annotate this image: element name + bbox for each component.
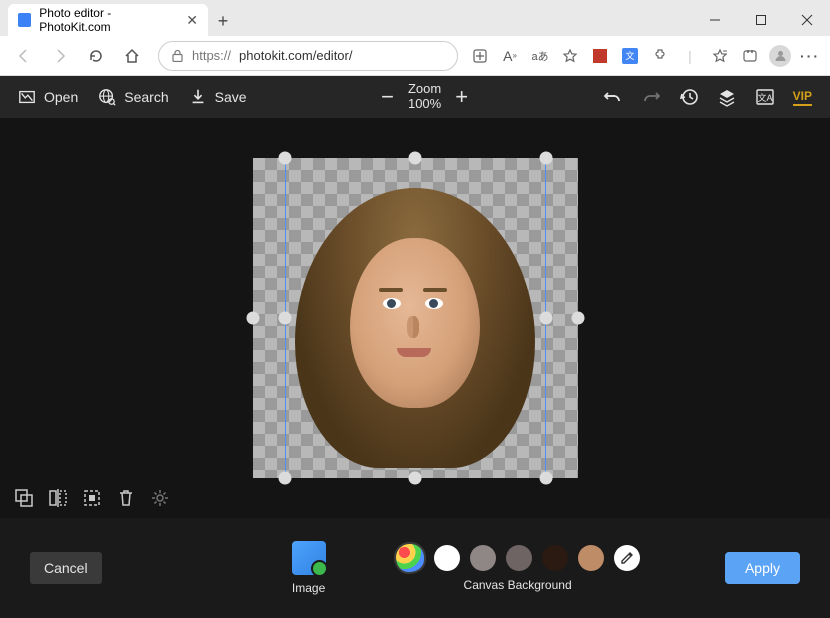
save-button[interactable]: Save [189,88,247,106]
lock-icon [171,49,184,62]
favorites-bar-icon[interactable] [708,44,732,68]
translate-icon-b[interactable]: aあ [528,44,552,68]
ext-red-square-icon[interactable] [588,44,612,68]
handle-left[interactable] [246,312,259,325]
extensions-menu-icon[interactable] [648,44,672,68]
open-icon [18,88,36,106]
apply-button[interactable]: Apply [725,552,800,584]
apply-label: Apply [745,560,780,576]
layers-button[interactable] [717,87,737,107]
window-titlebar: Photo editor - PhotoKit.com ✕ + [0,0,830,36]
canvas-tool-row [14,488,170,508]
download-icon [189,88,207,106]
search-button[interactable]: Search [98,88,168,106]
zoom-controls: − Zoom 100% + [381,82,468,112]
zoom-label: Zoom [408,82,441,97]
swatches-row [396,544,640,572]
ext-translate-icon[interactable]: 文 [618,44,642,68]
trash-icon[interactable] [116,488,136,508]
svg-text:文A: 文A [757,92,772,103]
profile-avatar[interactable] [768,44,792,68]
swatch-0[interactable] [434,545,460,571]
canvas-area [0,118,830,518]
zoom-in-button[interactable]: + [455,84,468,110]
select-all-icon[interactable] [82,488,102,508]
handle-top-left[interactable] [278,152,291,165]
close-window-button[interactable] [784,4,830,36]
tab-favicon [18,13,31,27]
language-button[interactable]: 文A [755,87,775,107]
swatch-1[interactable] [470,545,496,571]
photokit-app: Open Search Save − Zoom 100% + 文A VIP [0,76,830,618]
cancel-button[interactable]: Cancel [30,552,102,584]
copy-icon[interactable] [14,488,34,508]
zoom-readout[interactable]: Zoom 100% [408,82,441,112]
eyedropper-button[interactable] [614,545,640,571]
open-label: Open [44,89,78,105]
vip-badge[interactable]: VIP [793,89,812,106]
app-toolbar: Open Search Save − Zoom 100% + 文A VIP [0,76,830,118]
handle-top-right[interactable] [539,152,552,165]
handle-right[interactable] [571,312,584,325]
undo-button[interactable] [603,87,623,107]
reload-button[interactable] [80,40,112,72]
tab-title: Photo editor - PhotoKit.com [39,6,178,34]
search-label: Search [124,89,168,105]
image-thumbnail-icon [292,541,326,575]
image-label: Image [292,581,325,595]
redo-button[interactable] [641,87,661,107]
open-button[interactable]: Open [18,88,78,106]
image-content [285,158,546,478]
maximize-button[interactable] [738,4,784,36]
minimize-button[interactable] [692,4,738,36]
window-controls [692,4,830,36]
gear-icon[interactable] [150,488,170,508]
swatch-2[interactable] [506,545,532,571]
palette-icon[interactable] [396,544,424,572]
canvas[interactable] [253,158,578,478]
handle-bot-right[interactable] [539,472,552,485]
new-tab-button[interactable]: + [208,6,238,36]
app-icon[interactable] [468,44,492,68]
url-field[interactable]: https:// photokit.com/editor/ [158,41,458,71]
bg-image-option[interactable]: Image [292,541,326,595]
canvas-background-group: Canvas Background [396,544,640,592]
canvas-bg-label: Canvas Background [464,578,572,592]
read-aloud-icon[interactable]: A» [498,44,522,68]
handle-bottom[interactable] [409,472,422,485]
url-prefix: https:// [192,48,231,63]
handle-mid-right[interactable] [539,312,552,325]
browser-tab[interactable]: Photo editor - PhotoKit.com ✕ [8,4,208,36]
back-button[interactable] [8,40,40,72]
home-button[interactable] [116,40,148,72]
favorite-icon[interactable] [558,44,582,68]
browser-address-bar: https:// photokit.com/editor/ A» aあ 文 | ·… [0,36,830,76]
browser-extensions-row: A» aあ 文 | ··· [468,44,822,68]
swatch-3[interactable] [542,545,568,571]
handle-top[interactable] [409,152,422,165]
handle-mid-left[interactable] [278,312,291,325]
cancel-label: Cancel [44,560,88,576]
zoom-value: 100% [408,97,441,112]
split-icon[interactable] [48,488,68,508]
divider: | [678,44,702,68]
url-path: photokit.com/editor/ [239,48,352,63]
toolbar-right: 文A VIP [603,87,812,107]
search-globe-icon [98,88,116,106]
zoom-out-button[interactable]: − [381,84,394,110]
history-button[interactable] [679,87,699,107]
tab-close-icon[interactable]: ✕ [186,12,198,29]
save-label: Save [215,89,247,105]
more-menu-icon[interactable]: ··· [798,44,822,68]
forward-button[interactable] [44,40,76,72]
collections-icon[interactable] [738,44,762,68]
bottom-panel: Cancel Image Canvas Background Apply [0,518,830,618]
handle-bot-left[interactable] [278,472,291,485]
swatch-4[interactable] [578,545,604,571]
